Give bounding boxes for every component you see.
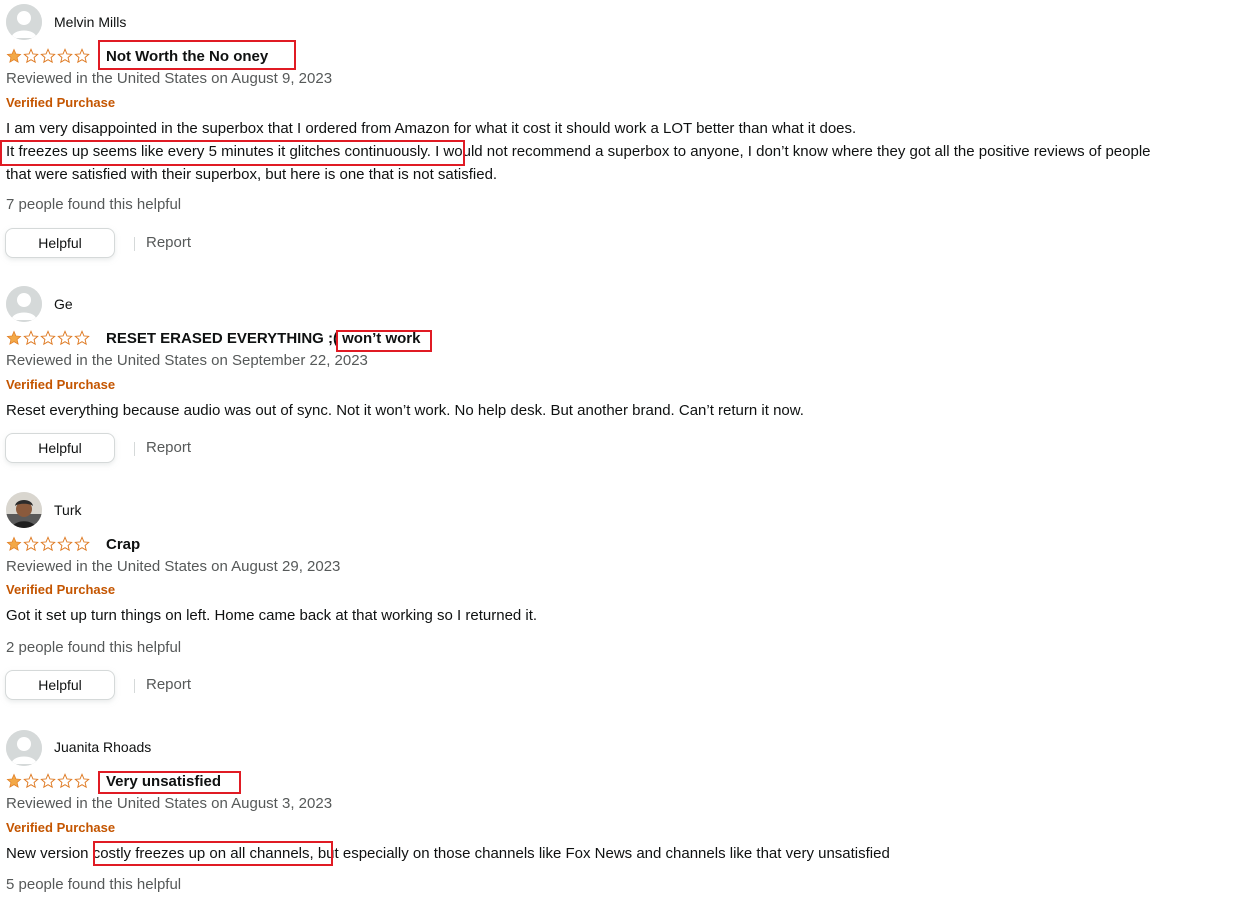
reviewer-name[interactable]: Turk — [54, 502, 81, 518]
divider — [134, 442, 135, 456]
star-empty-icon — [40, 330, 56, 346]
verified-badge[interactable]: Verified Purchase — [6, 95, 115, 110]
star-empty-icon — [23, 773, 39, 789]
avatar — [6, 4, 42, 40]
star-empty-icon — [23, 536, 39, 552]
helpful-button[interactable]: Helpful — [5, 433, 115, 463]
review-title[interactable]: Very unsatisfied — [106, 773, 221, 790]
review-body-line: that were satisfied with their superbox,… — [6, 166, 498, 183]
review-body-line: It freezes up seems like every 5 minutes… — [6, 141, 1151, 163]
body-text: but especially on those channels like Fo… — [313, 845, 890, 862]
avatar — [6, 730, 42, 766]
star-empty-icon — [57, 536, 73, 552]
review-title[interactable]: Crap — [106, 536, 140, 553]
review-body-line: Reset everything because audio was out o… — [6, 402, 804, 419]
highlighted-text: won’t work — [342, 330, 421, 347]
reviewer-name[interactable]: Juanita Rhoads — [54, 739, 151, 755]
star-empty-icon — [23, 330, 39, 346]
avatar — [6, 492, 42, 528]
star-empty-icon — [57, 48, 73, 64]
helpful-count: 2 people found this helpful — [6, 639, 182, 656]
default-avatar-icon — [6, 4, 42, 40]
helpful-count: 7 people found this helpful — [6, 196, 182, 213]
helpful-button[interactable]: Helpful — [5, 228, 115, 258]
star-empty-icon — [40, 773, 56, 789]
review-title[interactable]: RESET ERASED EVERYTHING ;( won’t work — [106, 330, 420, 347]
review-date: Reviewed in the United States on Septemb… — [6, 352, 368, 369]
star-filled-icon — [6, 48, 22, 63]
report-link[interactable]: Report — [146, 676, 191, 693]
star-empty-icon — [57, 330, 73, 346]
reviewer-name[interactable]: Ge — [54, 296, 73, 312]
star-rating[interactable] — [6, 330, 90, 346]
star-filled-icon — [6, 536, 22, 551]
helpful-button[interactable]: Helpful — [5, 670, 115, 700]
verified-badge[interactable]: Verified Purchase — [6, 820, 115, 835]
star-empty-icon — [74, 330, 90, 346]
report-link[interactable]: Report — [146, 234, 191, 251]
highlighted-text: It freezes up seems like every 5 minutes… — [6, 143, 431, 160]
review-date: Reviewed in the United States on August … — [6, 558, 341, 575]
avatar — [6, 286, 42, 322]
verified-badge[interactable]: Verified Purchase — [6, 377, 115, 392]
profile-photo-icon — [6, 492, 42, 528]
divider — [134, 679, 135, 693]
body-text: I would not recommend a superbox to anyo… — [430, 143, 1151, 160]
review-date: Reviewed in the United States on August … — [6, 795, 333, 812]
star-empty-icon — [74, 536, 90, 552]
star-empty-icon — [57, 773, 73, 789]
star-empty-icon — [40, 48, 56, 64]
helpful-count: 5 people found this helpful — [6, 876, 182, 893]
review-title-text: RESET ERASED EVERYTHING ;( — [106, 330, 343, 347]
review-body-line: New version costly freezes up on all cha… — [6, 843, 890, 865]
reviewer-name[interactable]: Melvin Mills — [54, 14, 126, 30]
star-empty-icon — [74, 48, 90, 64]
star-empty-icon — [40, 536, 56, 552]
star-empty-icon — [74, 773, 90, 789]
default-avatar-icon — [6, 286, 42, 322]
star-rating[interactable] — [6, 536, 90, 552]
verified-badge[interactable]: Verified Purchase — [6, 582, 115, 597]
star-filled-icon — [6, 773, 22, 788]
review-body-line: Got it set up turn things on left. Home … — [6, 607, 538, 624]
default-avatar-icon — [6, 730, 42, 766]
star-empty-icon — [23, 48, 39, 64]
star-rating[interactable] — [6, 773, 90, 789]
highlighted-text: costly freezes up on all channels, — [92, 845, 314, 862]
star-rating[interactable] — [6, 48, 90, 64]
divider — [134, 237, 135, 251]
body-text: New version — [6, 845, 93, 862]
review-title[interactable]: Not Worth the No oney — [106, 48, 268, 65]
star-filled-icon — [6, 330, 22, 345]
review-date: Reviewed in the United States on August … — [6, 70, 333, 87]
review-body-line: I am very disappointed in the superbox t… — [6, 120, 857, 137]
report-link[interactable]: Report — [146, 439, 191, 456]
